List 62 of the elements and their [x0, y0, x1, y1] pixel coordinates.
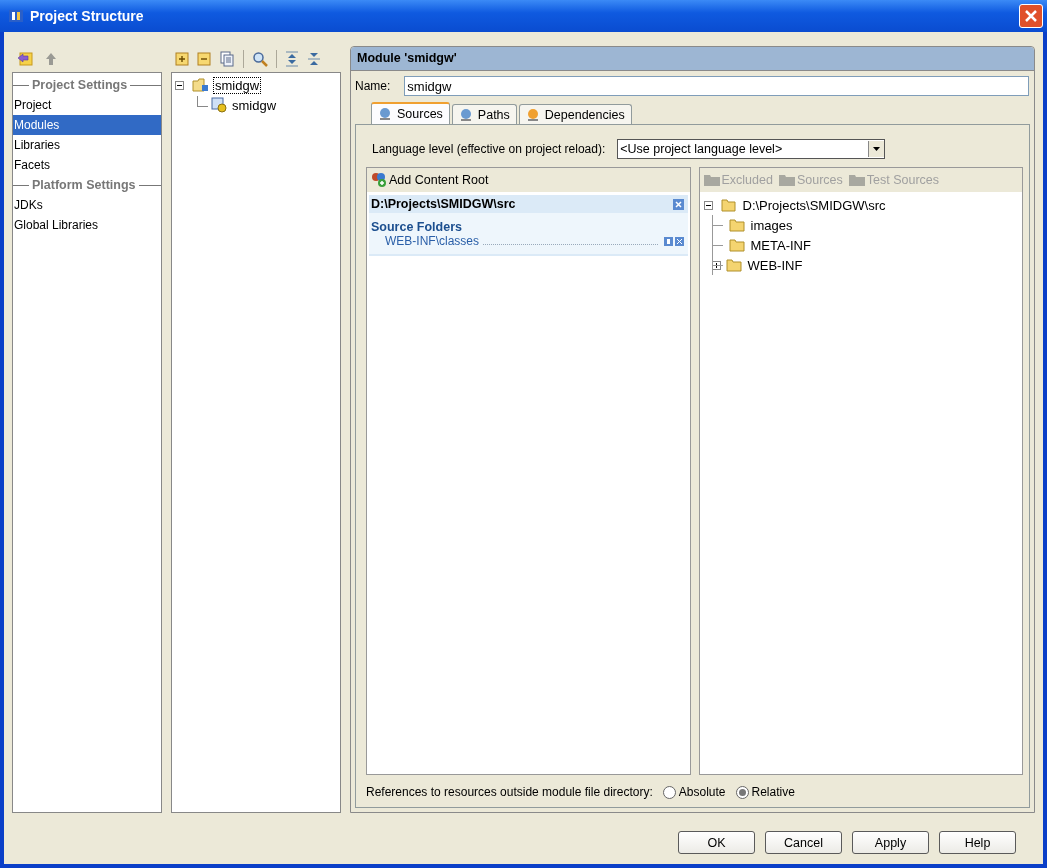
tab-icon: [458, 107, 473, 122]
panel-header: Module 'smidgw': [351, 47, 1034, 71]
root-path: D:\Projects\SMIDGW\src: [371, 197, 516, 211]
collapse-icon[interactable]: [197, 52, 211, 66]
dialog-button[interactable]: Apply: [852, 831, 929, 854]
settings-item[interactable]: Project: [13, 95, 161, 115]
name-label: Name:: [355, 79, 391, 93]
close-icon: [1024, 9, 1038, 23]
expand-all-icon[interactable]: [285, 51, 299, 67]
folder-icon: [848, 174, 865, 186]
settings-item[interactable]: Modules: [13, 115, 161, 135]
tab[interactable]: Sources: [371, 102, 450, 124]
folder-icon: [728, 218, 746, 232]
tab-icon: [525, 107, 540, 122]
name-field[interactable]: smidgw: [404, 76, 1029, 96]
settings-item[interactable]: Facets: [13, 155, 161, 175]
folder-icon: [703, 174, 720, 186]
remove-icon[interactable]: [674, 236, 684, 246]
source-folder[interactable]: WEB-INF\classes: [385, 234, 479, 248]
copy-document-icon[interactable]: [219, 51, 235, 67]
folder-tree-item[interactable]: D:\Projects\SMIDGW\src: [740, 196, 888, 214]
settings-item[interactable]: Libraries: [13, 135, 161, 155]
collapse-all-icon[interactable]: [307, 51, 321, 67]
references-label: References to resources outside module file directory:: [366, 785, 653, 799]
tab[interactable]: Paths: [451, 104, 517, 124]
close-button[interactable]: [1019, 4, 1043, 28]
settings-item[interactable]: Global Libraries: [13, 215, 161, 235]
module-tree-item[interactable]: smidgw: [213, 76, 262, 94]
module-icon: [211, 97, 227, 113]
folder-icon: [778, 174, 795, 186]
folder-icon: [725, 258, 743, 272]
dialog-button[interactable]: Cancel: [765, 831, 842, 854]
folder-icon: [192, 77, 210, 93]
dialog-button[interactable]: Help: [939, 831, 1016, 854]
tree-line: [711, 215, 723, 235]
folder-icon: [728, 238, 746, 252]
radio-option[interactable]: Relative: [735, 785, 795, 799]
dialog-button[interactable]: OK: [678, 831, 755, 854]
tab-icon: [378, 107, 392, 121]
remove-icon[interactable]: [672, 198, 684, 210]
folder-icon: [720, 198, 738, 212]
dropdown-arrow-icon: [873, 147, 881, 151]
radio-option[interactable]: Absolute: [662, 785, 726, 799]
section-header: Platform Settings: [32, 178, 136, 192]
window-title: Project Structure: [30, 8, 145, 24]
folder-tree-item[interactable]: WEB-INF: [745, 256, 805, 274]
language-level-dropdown[interactable]: <Use project language level>: [617, 139, 886, 159]
search-icon[interactable]: [252, 51, 268, 67]
folder-tree-item[interactable]: META-INF: [748, 236, 813, 254]
section-title: Source Folders: [370, 219, 463, 234]
app-icon: [8, 8, 24, 24]
package-prefix-icon[interactable]: [663, 236, 673, 246]
folder-tree-item[interactable]: images: [748, 216, 795, 234]
settings-item[interactable]: JDKs: [13, 195, 161, 215]
expand-icon[interactable]: [175, 52, 189, 66]
tab[interactable]: Dependencies: [518, 104, 632, 124]
section-header: Project Settings: [32, 78, 128, 92]
module-tree-item[interactable]: smidgw: [230, 96, 279, 114]
tree-line: [711, 235, 723, 255]
language-level-label: Language level (effective on project reload):: [372, 142, 606, 156]
add-root-icon: [371, 172, 387, 188]
expand-toggle-icon[interactable]: [711, 260, 723, 270]
